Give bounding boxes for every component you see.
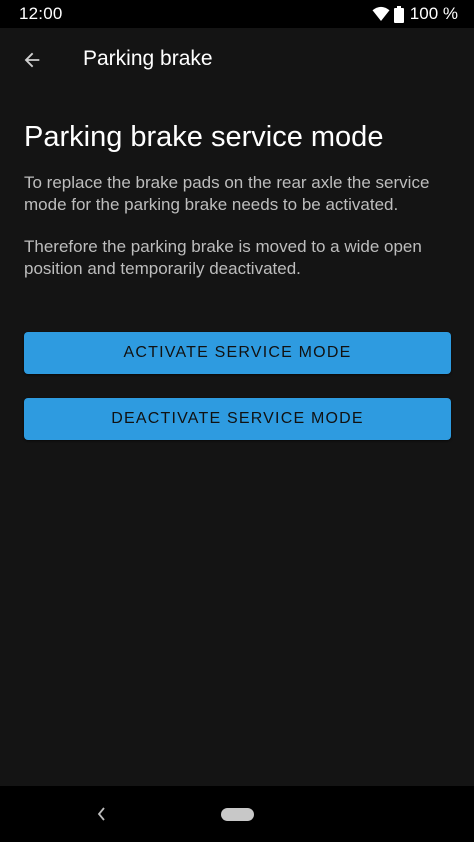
wifi-icon [372,6,394,22]
nav-back-icon [97,807,107,821]
status-time: 12:00 [19,4,63,23]
back-button[interactable] [10,38,54,82]
battery-icon [393,5,410,23]
status-icons: 100 % [372,4,458,24]
activate-service-mode-button[interactable]: ACTIVATE SERVICE MODE [24,332,451,374]
navigation-bar [0,786,474,842]
page-title: Parking brake [83,47,213,70]
home-pill-icon[interactable] [221,808,254,821]
arrow-back-icon [21,49,43,71]
section-heading: Parking brake service mode [24,121,384,153]
status-bar: 12:00 100 % [0,0,474,28]
description-paragraph-1: To replace the brake pads on the rear ax… [24,173,430,214]
deactivate-service-mode-button[interactable]: DEACTIVATE SERVICE MODE [24,398,451,440]
main-content: Parking brake service mode To replace th… [24,118,451,280]
description-paragraph-2: Therefore the parking brake is moved to … [24,237,422,278]
nav-back-button[interactable] [90,802,114,826]
battery-percentage: 100 % [409,4,458,23]
app-bar: Parking brake [0,28,474,92]
